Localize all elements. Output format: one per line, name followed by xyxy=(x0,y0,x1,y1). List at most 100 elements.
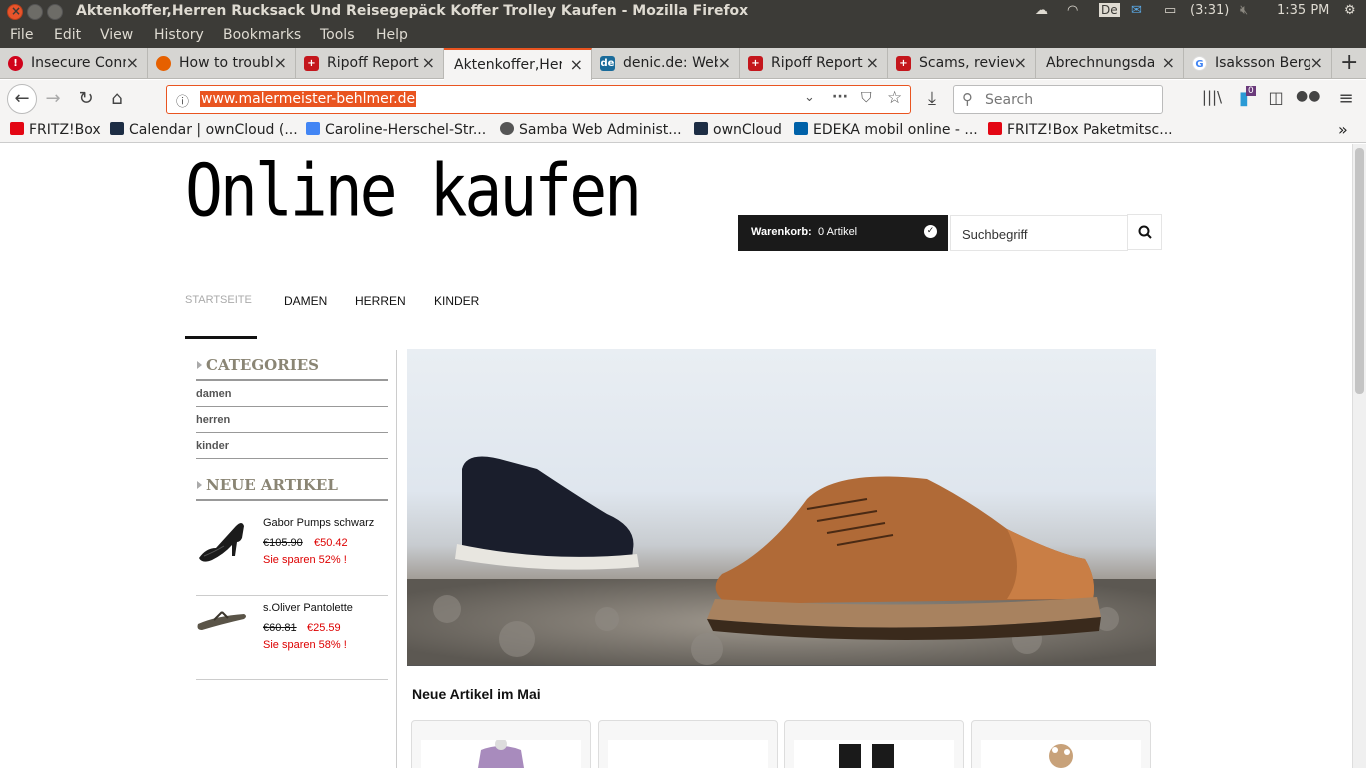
close-tab-icon[interactable]: × xyxy=(274,53,287,72)
notification-badge: 0 xyxy=(1246,86,1256,96)
nav-startseite[interactable]: STARTSEITE xyxy=(185,294,252,306)
nav-herren[interactable]: HERREN xyxy=(355,294,406,308)
tab-ripoff-report[interactable]: + Ripoff Report × xyxy=(296,48,444,79)
bookmark-samba[interactable]: Samba Web Administ... xyxy=(500,122,682,138)
page-scrollbar[interactable] xyxy=(1352,144,1366,768)
library-icon[interactable]: |||\ xyxy=(1200,88,1224,106)
tab-scams-reviews[interactable]: + Scams, reviews × xyxy=(888,48,1036,79)
tab-aktenkoffer[interactable]: Aktenkoffer,Herren × xyxy=(444,48,592,80)
url-text[interactable]: www.malermeister-behlmer.de xyxy=(200,91,417,107)
bookmark-caroline-herschel[interactable]: Caroline-Herschel-Str... xyxy=(306,122,486,138)
url-bar[interactable]: ⓘ www.malermeister-behlmer.de ⌄ ··· ⛉ ☆ xyxy=(166,85,911,114)
site-search-input[interactable]: Suchbegriff xyxy=(950,215,1128,251)
product-thumbnail xyxy=(421,738,581,768)
home-button[interactable]: ⌂ xyxy=(105,88,129,109)
scrollbar-thumb[interactable] xyxy=(1355,148,1364,394)
search-input[interactable]: ⚲ Search xyxy=(953,85,1163,114)
bookmark-owncloud[interactable]: ownCloud xyxy=(694,122,782,138)
more-bookmarks-chevron-icon[interactable]: » xyxy=(1338,120,1348,139)
sidebar-icon[interactable]: ◫ xyxy=(1264,88,1288,107)
mail-icon[interactable]: ✉ xyxy=(1131,3,1142,18)
category-link-kinder[interactable]: kinder xyxy=(196,440,229,452)
menu-help[interactable]: Help xyxy=(376,27,408,43)
privacy-badger-icon[interactable]: ●● xyxy=(1296,88,1320,104)
tab-ripoff-report-2[interactable]: + Ripoff Report × xyxy=(740,48,888,79)
owncloud-icon xyxy=(110,122,124,135)
site-info-icon[interactable]: ⓘ xyxy=(176,91,189,110)
menu-tools[interactable]: Tools xyxy=(320,27,355,43)
hero-banner-shoes[interactable] xyxy=(407,349,1156,665)
bookmark-calendar-owncloud[interactable]: Calendar | ownCloud (... xyxy=(110,122,298,138)
new-price: €25.59 xyxy=(307,622,341,634)
dropdown-chevron-icon[interactable]: ⌄ xyxy=(804,90,815,105)
reload-button[interactable]: ↻ xyxy=(74,88,98,109)
tab-label: How to troubleshoot xyxy=(179,55,274,71)
tab-strip: ! Insecure Connection × How to troublesh… xyxy=(0,48,1366,80)
close-tab-icon[interactable]: × xyxy=(422,53,435,72)
minimize-window-button[interactable] xyxy=(27,4,43,20)
site-logo[interactable]: Online kaufen xyxy=(185,149,642,233)
menu-edit[interactable]: Edit xyxy=(54,27,81,43)
close-tab-icon[interactable]: × xyxy=(1014,53,1027,72)
search-icon: ⚲ xyxy=(962,90,973,108)
old-price: €105.90 xyxy=(263,537,303,549)
tab-denic[interactable]: de denic.de: Webwhois × xyxy=(592,48,740,79)
close-tab-icon[interactable]: × xyxy=(1162,53,1175,72)
product-image-pantolette[interactable] xyxy=(196,606,248,636)
tab-abrechnungsdaten[interactable]: Abrechnungsdaten × xyxy=(1036,48,1184,79)
web-page: Online kaufen Warenkorb: 0 Artikel ✓ Suc… xyxy=(0,144,1352,768)
battery-time[interactable]: (3:31) xyxy=(1190,3,1229,18)
battery-icon[interactable]: ▭ xyxy=(1164,3,1176,18)
menu-bookmarks[interactable]: Bookmarks xyxy=(223,27,301,43)
close-tab-icon[interactable]: × xyxy=(866,53,879,72)
bookmark-fritzbox[interactable]: FRITZ!Box xyxy=(10,122,101,138)
maximize-window-button[interactable] xyxy=(47,4,63,20)
edeka-icon xyxy=(794,122,808,135)
product-name[interactable]: s.Oliver Pantolette xyxy=(263,602,353,614)
product-name[interactable]: Gabor Pumps schwarz xyxy=(263,517,374,529)
forward-button[interactable]: → xyxy=(41,88,65,109)
close-tab-icon[interactable]: × xyxy=(1310,53,1323,72)
clock[interactable]: 1:35 PM xyxy=(1277,3,1329,18)
hamburger-menu-icon[interactable]: ≡ xyxy=(1334,88,1358,109)
volume-muted-icon[interactable]: 🔇︎ xyxy=(1240,3,1248,18)
download-icon[interactable]: ⤓ xyxy=(920,88,944,109)
tab-how-to-troubleshoot[interactable]: How to troubleshoot × xyxy=(148,48,296,79)
keyboard-layout[interactable]: De xyxy=(1099,3,1120,17)
category-link-herren[interactable]: herren xyxy=(196,414,230,426)
tab-isaksson-berg[interactable]: G Isaksson Berg × xyxy=(1184,48,1332,79)
tab-insecure-connection[interactable]: ! Insecure Connection × xyxy=(0,48,148,79)
product-card[interactable] xyxy=(971,720,1151,768)
menu-history[interactable]: History xyxy=(154,27,204,43)
bookmark-edeka[interactable]: EDEKA mobil online - ... xyxy=(794,122,978,138)
new-tab-button[interactable]: + xyxy=(1340,50,1358,75)
tab-label: Abrechnungsdaten xyxy=(1046,55,1154,71)
globe-icon xyxy=(500,122,514,135)
nav-kinder[interactable]: KINDER xyxy=(434,294,479,308)
product-card[interactable] xyxy=(411,720,591,768)
menu-file[interactable]: File xyxy=(10,27,33,43)
os-title-bar: × Aktenkoffer,Herren Rucksack Und Reiseg… xyxy=(0,0,1366,24)
update-icon[interactable]: ☁ xyxy=(1035,3,1048,18)
close-window-button[interactable]: × xyxy=(7,4,23,20)
cart-button[interactable]: Warenkorb: 0 Artikel ✓ xyxy=(738,215,948,251)
page-actions-icon[interactable]: ··· xyxy=(832,89,848,105)
menu-view[interactable]: View xyxy=(100,27,133,43)
back-button[interactable]: ← xyxy=(7,84,37,114)
settings-gear-icon[interactable]: ⚙ xyxy=(1344,3,1356,18)
bookmark-fritzbox-paket[interactable]: FRITZ!Box Paketmitsc... xyxy=(988,122,1173,138)
nav-damen[interactable]: DAMEN xyxy=(284,294,327,308)
category-link-damen[interactable]: damen xyxy=(196,388,231,400)
wifi-icon[interactable]: ◠ xyxy=(1067,3,1078,18)
tab-label: Scams, reviews xyxy=(919,55,1014,71)
close-tab-icon[interactable]: × xyxy=(718,53,731,72)
close-tab-icon[interactable]: × xyxy=(570,55,583,74)
product-card[interactable] xyxy=(784,720,964,768)
search-placeholder: Search xyxy=(985,92,1034,108)
product-card[interactable] xyxy=(598,720,778,768)
product-image-pumps[interactable] xyxy=(196,518,248,566)
site-search-button[interactable] xyxy=(1127,214,1162,250)
pocket-icon[interactable]: ⛉ xyxy=(861,90,872,106)
bookmark-star-icon[interactable]: ☆ xyxy=(887,88,902,108)
close-tab-icon[interactable]: × xyxy=(126,53,139,72)
